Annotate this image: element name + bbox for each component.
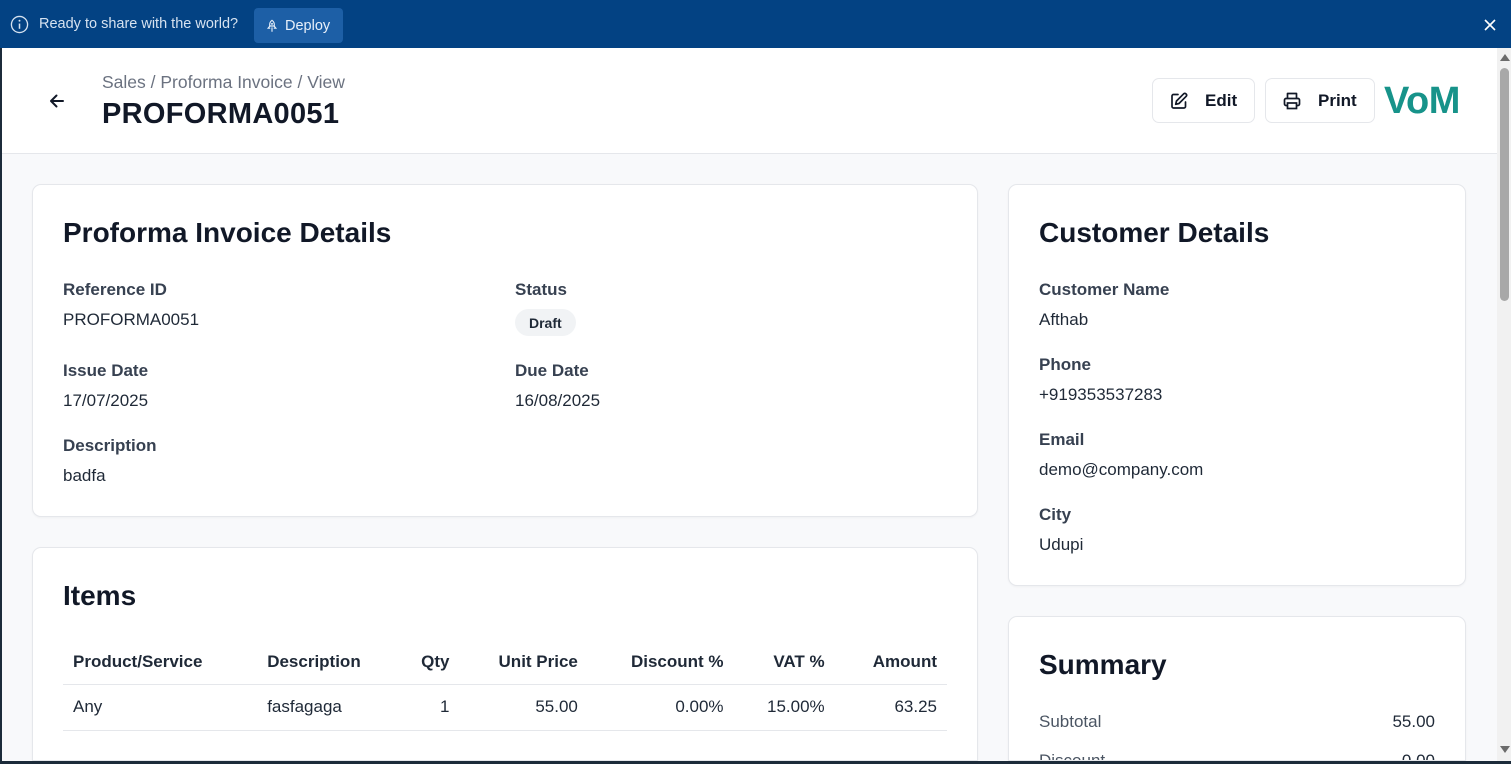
discount-value: 0.00 — [1401, 751, 1435, 761]
table-cell: Any — [63, 684, 258, 731]
column-header: Product/Service — [63, 640, 258, 685]
deploy-button[interactable]: Deploy — [254, 8, 343, 43]
subtotal-label: Subtotal — [1039, 712, 1102, 731]
issue-date-value: 17/07/2025 — [63, 391, 149, 410]
scroll-down-arrow-icon[interactable] — [1500, 746, 1510, 753]
print-button[interactable]: Print — [1265, 78, 1375, 123]
issue-date-label: Issue Date — [63, 361, 149, 380]
items-table: Product/Service Description Qty Unit Pri… — [63, 640, 947, 731]
logo: VoM — [1384, 80, 1460, 122]
customer-details-card: Customer Details Customer Name Afthab Ph… — [1008, 184, 1466, 586]
column-header: Unit Price — [459, 640, 588, 685]
customer-details-title: Customer Details — [1039, 217, 1270, 248]
items-card: Items Product/Service Description Qty Un… — [32, 547, 978, 761]
table-cell: 55.00 — [459, 684, 588, 731]
info-icon — [10, 15, 29, 34]
status-label: Status — [515, 280, 567, 299]
email-label: Email — [1039, 430, 1085, 449]
summary-card: Summary Subtotal 55.00 Discount 0.00 — [1008, 616, 1466, 761]
page-title: PROFORMA0051 — [102, 98, 340, 130]
column-header: Discount % — [587, 640, 734, 685]
table-cell: 63.25 — [834, 684, 947, 731]
close-icon[interactable] — [1482, 17, 1498, 33]
customer-name-label: Customer Name — [1039, 280, 1170, 299]
table-header-row: Product/Service Description Qty Unit Pri… — [63, 640, 947, 685]
invoice-details-card: Proforma Invoice Details Reference ID PR… — [32, 184, 978, 517]
table-cell: 0.00% — [587, 684, 734, 731]
edit-button[interactable]: Edit — [1152, 78, 1255, 123]
rocket-icon — [266, 19, 278, 32]
table-cell: 1 — [383, 684, 460, 731]
printer-icon — [1283, 92, 1301, 109]
city-value: Udupi — [1039, 535, 1084, 554]
column-header: VAT % — [733, 640, 835, 685]
table-cell: 15.00% — [733, 684, 835, 731]
description-label: Description — [63, 436, 157, 455]
scrollbar-thumb[interactable] — [1500, 68, 1509, 301]
phone-label: Phone — [1039, 355, 1091, 374]
reference-id-label: Reference ID — [63, 280, 167, 299]
due-date-value: 16/08/2025 — [515, 391, 601, 410]
page-header: Sales / Proforma Invoice / View PROFORMA… — [2, 48, 1497, 154]
status-badge: Draft — [515, 309, 576, 336]
edit-icon — [1171, 92, 1188, 109]
summary-title: Summary — [1039, 649, 1167, 680]
items-title: Items — [63, 580, 137, 611]
column-header: Description — [257, 640, 384, 685]
breadcrumb: Sales / Proforma Invoice / View — [102, 72, 345, 92]
phone-value: +919353537283 — [1039, 385, 1163, 404]
deploy-banner: Ready to share with the world? Deploy — [0, 0, 1511, 48]
subtotal-value: 55.00 — [1392, 712, 1435, 731]
invoice-details-title: Proforma Invoice Details — [63, 217, 392, 248]
window-frame-left — [0, 48, 2, 764]
arrow-left-icon[interactable] — [46, 90, 68, 112]
edit-label: Edit — [1205, 90, 1238, 110]
scroll-up-arrow-icon[interactable] — [1500, 54, 1510, 61]
table-cell: fasfagaga — [257, 684, 384, 731]
description-value: badfa — [63, 466, 106, 485]
table-row: Any fasfagaga 1 55.00 0.00% 15.00% 63.25 — [63, 684, 947, 731]
reference-id-value: PROFORMA0051 — [63, 310, 200, 329]
banner-text: Ready to share with the world? — [39, 16, 239, 32]
column-header: Qty — [383, 640, 460, 685]
column-header: Amount — [834, 640, 947, 685]
discount-label: Discount — [1039, 751, 1106, 761]
due-date-label: Due Date — [515, 361, 589, 380]
deploy-label: Deploy — [285, 17, 331, 34]
customer-name-value: Afthab — [1039, 310, 1089, 329]
print-label: Print — [1318, 90, 1357, 110]
city-label: City — [1039, 505, 1072, 524]
email-value: demo@company.com — [1039, 460, 1204, 479]
